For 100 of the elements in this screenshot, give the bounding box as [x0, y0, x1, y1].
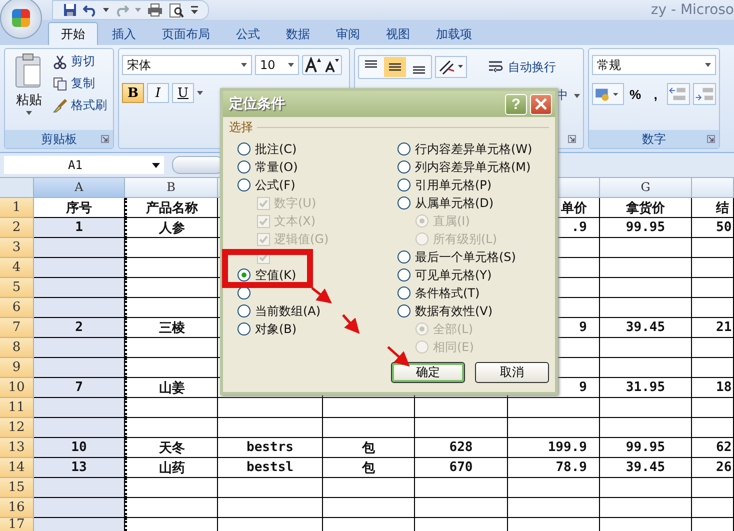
radio-button[interactable] [237, 178, 251, 192]
close-icon [535, 98, 547, 110]
row-header[interactable]: 17 [0, 518, 34, 531]
radio-button[interactable] [397, 196, 411, 210]
row-header[interactable]: 13 [0, 438, 34, 458]
font-style-button[interactable]: I [147, 83, 169, 103]
currency-icon[interactable] [592, 83, 624, 105]
option-label: 从属单元格(D) [415, 194, 494, 212]
dialog-launcher-icon[interactable] [101, 135, 109, 143]
font-size-dropdown[interactable]: 10 [255, 55, 299, 75]
text-orientation-icon[interactable] [435, 56, 467, 78]
dialog-button[interactable]: 确定 [391, 362, 465, 383]
radio-button[interactable] [397, 304, 411, 318]
ribbon-tab[interactable]: 页面布局 [150, 23, 222, 45]
column-header[interactable]: B [125, 178, 218, 198]
radio-button[interactable] [237, 268, 251, 282]
number-format-button[interactable]: % [626, 83, 644, 105]
shrink-font-icon[interactable] [324, 57, 340, 73]
row-header[interactable]: 15 [0, 478, 34, 498]
office-button[interactable] [0, 0, 42, 39]
number-format-button[interactable]: , [646, 83, 664, 105]
font-name-dropdown[interactable]: 宋体 [122, 55, 252, 75]
row-header[interactable]: 7 [0, 318, 34, 338]
row-header[interactable]: 14 [0, 458, 34, 478]
font-style-button[interactable]: U [172, 83, 194, 103]
radio-button[interactable] [397, 268, 411, 282]
radio-button[interactable] [237, 304, 251, 318]
row-header[interactable]: 1 [0, 198, 34, 218]
number-format-dropdown[interactable]: 常规 [592, 55, 716, 75]
undo-icon[interactable] [83, 3, 97, 17]
close-button[interactable] [530, 94, 552, 114]
radio-button[interactable] [237, 142, 251, 156]
table-cell: 670 [415, 458, 508, 478]
wrap-text-button[interactable]: 自动换行 [488, 58, 556, 76]
ribbon-tab[interactable]: 数据 [274, 23, 322, 45]
dialog-launcher-icon[interactable] [568, 135, 576, 143]
ribbon-tab[interactable]: 审阅 [324, 23, 372, 45]
column-header[interactable]: A [34, 178, 125, 198]
row-header[interactable]: 11 [0, 398, 34, 418]
table-cell: 99.95 [600, 438, 692, 458]
row-header[interactable]: 3 [0, 238, 34, 258]
row-header[interactable]: 2 [0, 218, 34, 238]
row-header[interactable]: 12 [0, 418, 34, 438]
row-header[interactable]: 16 [0, 498, 34, 518]
clipboard-command[interactable]: 复制 [53, 75, 107, 92]
dialog-launcher-icon[interactable] [707, 135, 715, 143]
option-label: 逻辑值(G) [274, 230, 329, 248]
ribbon-tab[interactable]: 加载项 [424, 23, 484, 45]
table-cell: 39.45 [600, 458, 692, 478]
row-header[interactable]: 4 [0, 258, 34, 278]
row-header[interactable]: 8 [0, 338, 34, 358]
option-label: 数字(U) [274, 194, 316, 212]
caret-icon[interactable] [103, 8, 109, 12]
row-header[interactable]: 6 [0, 298, 34, 318]
row-header[interactable]: 5 [0, 278, 34, 298]
table-cell: 山姜 [125, 378, 218, 398]
radio-button[interactable] [397, 250, 411, 264]
font-style-button[interactable]: B [122, 83, 144, 103]
table-cell: 31.95 [600, 378, 692, 398]
paste-button[interactable]: 粘贴 [9, 53, 49, 126]
row-header[interactable]: 10 [0, 378, 34, 398]
table-cell [692, 418, 734, 438]
caret-icon [574, 94, 580, 98]
ribbon-tab[interactable]: 开始 [48, 22, 98, 45]
customize-icon[interactable] [191, 6, 198, 14]
grow-font-icon[interactable] [304, 57, 322, 73]
caret-icon[interactable] [197, 91, 203, 95]
table-cell [692, 398, 734, 418]
radio-button[interactable] [237, 286, 251, 300]
printer-icon[interactable] [147, 3, 163, 17]
table-cell: 拿货价 [600, 198, 692, 218]
table-cell: 628 [415, 438, 508, 458]
ribbon-tab[interactable]: 插入 [100, 23, 148, 45]
wrap-text-icon [488, 60, 504, 74]
clipboard-command[interactable]: 格式刷 [53, 97, 107, 114]
ribbon-tab[interactable]: 视图 [374, 23, 422, 45]
radio-button[interactable] [237, 160, 251, 174]
name-box[interactable]: A1 [4, 156, 164, 174]
table-cell: 39.45 [600, 318, 692, 338]
save-icon[interactable] [63, 3, 77, 17]
decrease-decimal-icon[interactable] [693, 83, 716, 105]
option-label: 相同(E) [433, 338, 474, 356]
clipboard-command[interactable]: 剪切 [53, 53, 107, 70]
row-header[interactable]: 9 [0, 358, 34, 378]
radio-button[interactable] [397, 160, 411, 174]
radio-button[interactable] [397, 142, 411, 156]
radio-button[interactable] [397, 178, 411, 192]
table-cell: 人参 [125, 218, 218, 238]
dialog-button[interactable]: 取消 [475, 362, 549, 383]
align-icon[interactable] [384, 57, 406, 77]
radio-button[interactable] [237, 322, 251, 336]
column-header[interactable]: G [600, 178, 692, 198]
radio-button[interactable] [397, 286, 411, 300]
table-cell: 10 [34, 438, 125, 458]
magnifier-icon[interactable] [169, 2, 185, 18]
caret-icon [241, 63, 247, 67]
annotation-arrow [342, 314, 360, 334]
option-label: 文本(X) [274, 212, 316, 230]
option-label: 常量(O) [255, 158, 298, 176]
ribbon-tab[interactable]: 公式 [224, 23, 272, 45]
